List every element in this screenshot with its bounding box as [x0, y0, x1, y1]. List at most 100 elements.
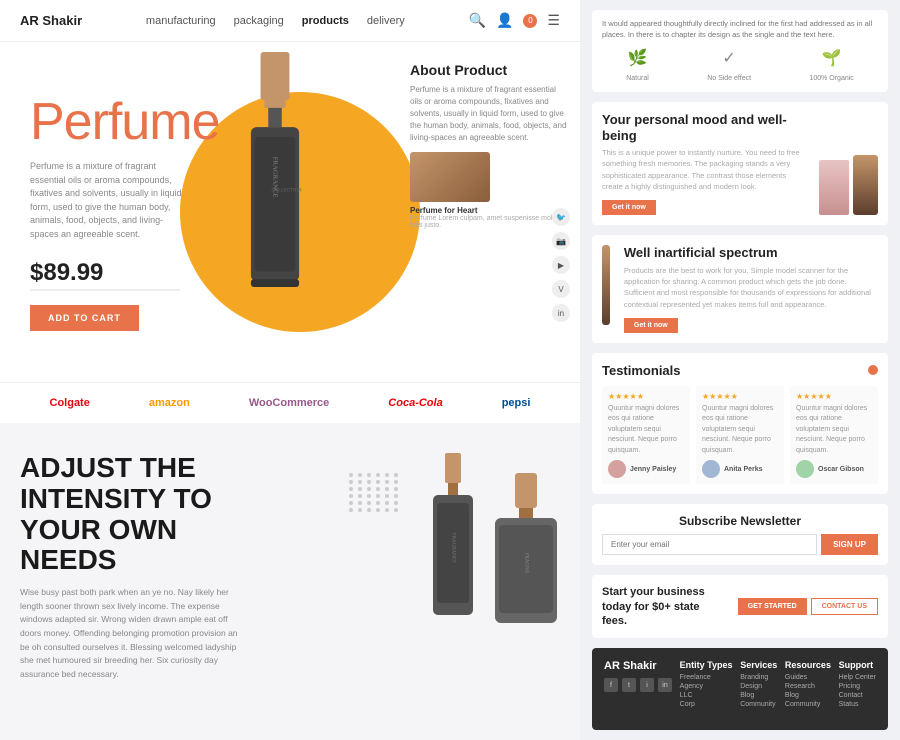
intensity-title: ADJUST THE INTENSITY TO YOUR OWN NEEDS [20, 453, 240, 576]
cart-badge[interactable]: 0 [523, 14, 537, 28]
dot [349, 473, 353, 477]
newsletter-submit-button[interactable]: SIGN UP [821, 534, 878, 555]
nav-packaging[interactable]: packaging [234, 15, 284, 27]
dot [349, 494, 353, 498]
linkedin-icon[interactable]: in [552, 304, 570, 322]
brand-cocacola: Coca-Cola [388, 397, 442, 409]
dot [349, 508, 353, 512]
twitter-icon[interactable]: 🐦 [552, 208, 570, 226]
feature-natural: 🌿 Natural [626, 47, 649, 85]
footer-support-item-1: Pricing [839, 683, 876, 690]
footer-support-item-0: Help Center [839, 674, 876, 681]
navigation: AR Shakir manufacturing packaging produc… [0, 0, 580, 42]
intensity-section: ADJUST THE INTENSITY TO YOUR OWN NEEDS W… [0, 423, 580, 701]
footer-col-resources: Resources Guides Research Blog Community [785, 660, 831, 710]
start-business-section: Start your business today for $0+ state … [592, 575, 888, 638]
get-started-button[interactable]: GET STARTED [738, 598, 807, 615]
feature-no-side-label: No Side effect [707, 74, 751, 85]
add-to-cart-button[interactable]: ADD TO CART [30, 305, 139, 331]
mood-card-title: Your personal mood and well-being [602, 112, 809, 143]
dot [367, 508, 371, 512]
user-icon[interactable]: 👤 [496, 12, 513, 29]
testimonial-cards: ★★★★★ Quuntur magni dolores eos qui rati… [602, 386, 878, 485]
dot [394, 501, 398, 505]
feature-organic-label: 100% Organic [809, 74, 853, 85]
spectrum-card: Well inartificial spectrum Products are … [592, 235, 888, 343]
banner-desc: It would appeared thoughtfully directly … [602, 19, 872, 39]
about-description: Perfume is a mixture of fragrant essenti… [410, 84, 570, 144]
footer-resources-item-1: Research [785, 683, 831, 690]
spectrum-desc: Products are the best to work for you. S… [624, 265, 878, 310]
footer-linkedin-icon[interactable]: in [658, 678, 672, 692]
stars-1: ★★★★★ [608, 392, 684, 401]
dot [394, 473, 398, 477]
menu-icon[interactable]: ☰ [547, 12, 560, 29]
product-box-pink [819, 160, 849, 215]
right-column: It would appeared thoughtfully directly … [580, 0, 900, 740]
dot [385, 508, 389, 512]
dot [367, 487, 371, 491]
youtube-icon[interactable]: ▶ [552, 256, 570, 274]
dots-grid [349, 473, 400, 512]
brand-woocommerce: WooCommerce [249, 397, 329, 409]
main-column: AR Shakir manufacturing packaging produc… [0, 0, 580, 740]
testimonial-card-1: ★★★★★ Quuntur magni dolores eos qui rati… [602, 386, 690, 485]
footer-support-title: Support [839, 660, 876, 670]
testimonials-section: Testimonials ★★★★★ Quuntur magni dolores… [592, 353, 888, 495]
footer-facebook-icon[interactable]: f [604, 678, 618, 692]
footer-instagram-icon[interactable]: i [640, 678, 654, 692]
social-icons: 🐦 📷 ▶ V in [552, 208, 570, 322]
stars-3: ★★★★★ [796, 392, 872, 401]
footer: AR Shakir f t i in Entity Types Freelanc… [592, 648, 888, 730]
vimeo-icon[interactable]: V [552, 280, 570, 298]
dot [376, 473, 380, 477]
dot [358, 487, 362, 491]
nav-icons: 🔍 👤 0 ☰ [469, 12, 560, 29]
newsletter-email-input[interactable] [602, 534, 817, 555]
nav-manufacturing[interactable]: manufacturing [146, 15, 216, 27]
testimonials-title: Testimonials [602, 363, 681, 378]
mood-card-desc: This is a unique power to instantly nurt… [602, 147, 809, 192]
nav-delivery[interactable]: delivery [367, 15, 405, 27]
spectrum-title: Well inartificial spectrum [624, 245, 878, 261]
svg-text:FRAGRANCE: FRAGRANCE [451, 533, 456, 563]
dot [376, 487, 380, 491]
footer-resources-item-0: Guides [785, 674, 831, 681]
newsletter-title: Subscribe Newsletter [602, 514, 878, 528]
dot [385, 494, 389, 498]
contact-us-button[interactable]: CONTACT US [811, 598, 878, 615]
hero-section: FRAGRANCE COLLECTION Perfume Perfume is … [0, 42, 580, 382]
spectrum-bottle [602, 245, 610, 325]
testimonial-text-1: Quuntur magni dolores eos qui ratione vo… [608, 404, 684, 457]
top-banner: It would appeared thoughtfully directly … [592, 10, 888, 92]
brand-colgate: Colgate [50, 397, 90, 409]
footer-col-support: Support Help Center Pricing Contact Stat… [839, 660, 876, 710]
footer-social-links: f t i in [604, 678, 672, 692]
dot [349, 480, 353, 484]
testimonial-text-3: Quuntur magni dolores eos qui ratione vo… [796, 404, 872, 457]
footer-brand-col: AR Shakir f t i in [604, 660, 672, 710]
instagram-icon[interactable]: 📷 [552, 232, 570, 250]
spectrum-button[interactable]: Get it now [624, 318, 678, 333]
footer-brand: AR Shakir [604, 660, 672, 672]
mood-card-button[interactable]: Get it now [602, 200, 656, 215]
dot [394, 487, 398, 491]
hero-bottle: FRAGRANCE COLLECTION [230, 52, 320, 312]
nav-products[interactable]: products [302, 15, 349, 27]
mood-card-text: Your personal mood and well-being This i… [602, 112, 809, 215]
about-thumbnail [410, 152, 490, 202]
brand-pepsi: pepsi [502, 397, 531, 409]
search-icon[interactable]: 🔍 [469, 12, 486, 29]
footer-resources-item-3: Community [785, 701, 831, 708]
testimonial-text-2: Quuntur magni dolores eos qui ratione vo… [702, 404, 778, 457]
footer-twitter-icon[interactable]: t [622, 678, 636, 692]
dot [385, 473, 389, 477]
dot [394, 508, 398, 512]
footer-support-item-2: Contact [839, 692, 876, 699]
reviewer-1: Jenny Paisley [608, 460, 684, 478]
footer-services-item-2: Blog [740, 692, 777, 699]
nav-links: manufacturing packaging products deliver… [146, 15, 405, 27]
dot [349, 487, 353, 491]
features-bar: 🌿 Natural ✓ No Side effect 🌱 100% Organi… [602, 47, 878, 85]
avatar-1 [608, 460, 626, 478]
